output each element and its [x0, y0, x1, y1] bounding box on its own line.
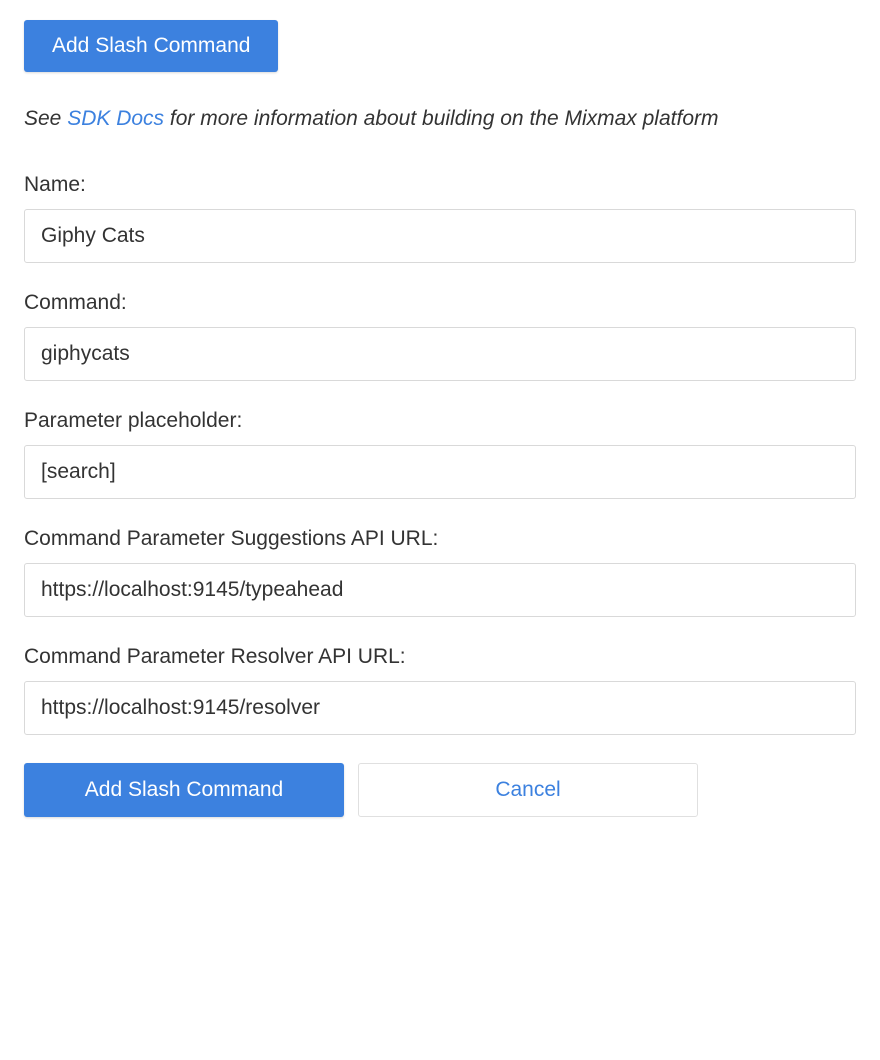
command-label: Command: [24, 291, 856, 315]
resolver-url-label: Command Parameter Resolver API URL: [24, 645, 856, 669]
add-slash-command-button-bottom[interactable]: Add Slash Command [24, 763, 344, 817]
name-field-group: Name: [24, 173, 856, 263]
name-input[interactable] [24, 209, 856, 263]
command-input[interactable] [24, 327, 856, 381]
name-label: Name: [24, 173, 856, 197]
suggestions-url-field-group: Command Parameter Suggestions API URL: [24, 527, 856, 617]
suggestions-url-label: Command Parameter Suggestions API URL: [24, 527, 856, 551]
footer-button-row: Add Slash Command Cancel [24, 763, 856, 817]
info-prefix: See [24, 107, 67, 130]
info-suffix: for more information about building on t… [164, 107, 718, 130]
add-slash-command-button-top[interactable]: Add Slash Command [24, 20, 278, 72]
param-placeholder-field-group: Parameter placeholder: [24, 409, 856, 499]
cancel-button[interactable]: Cancel [358, 763, 698, 817]
suggestions-url-input[interactable] [24, 563, 856, 617]
command-field-group: Command: [24, 291, 856, 381]
param-placeholder-input[interactable] [24, 445, 856, 499]
info-text: See SDK Docs for more information about … [24, 104, 856, 133]
param-placeholder-label: Parameter placeholder: [24, 409, 856, 433]
resolver-url-input[interactable] [24, 681, 856, 735]
resolver-url-field-group: Command Parameter Resolver API URL: [24, 645, 856, 735]
sdk-docs-link[interactable]: SDK Docs [67, 107, 164, 130]
